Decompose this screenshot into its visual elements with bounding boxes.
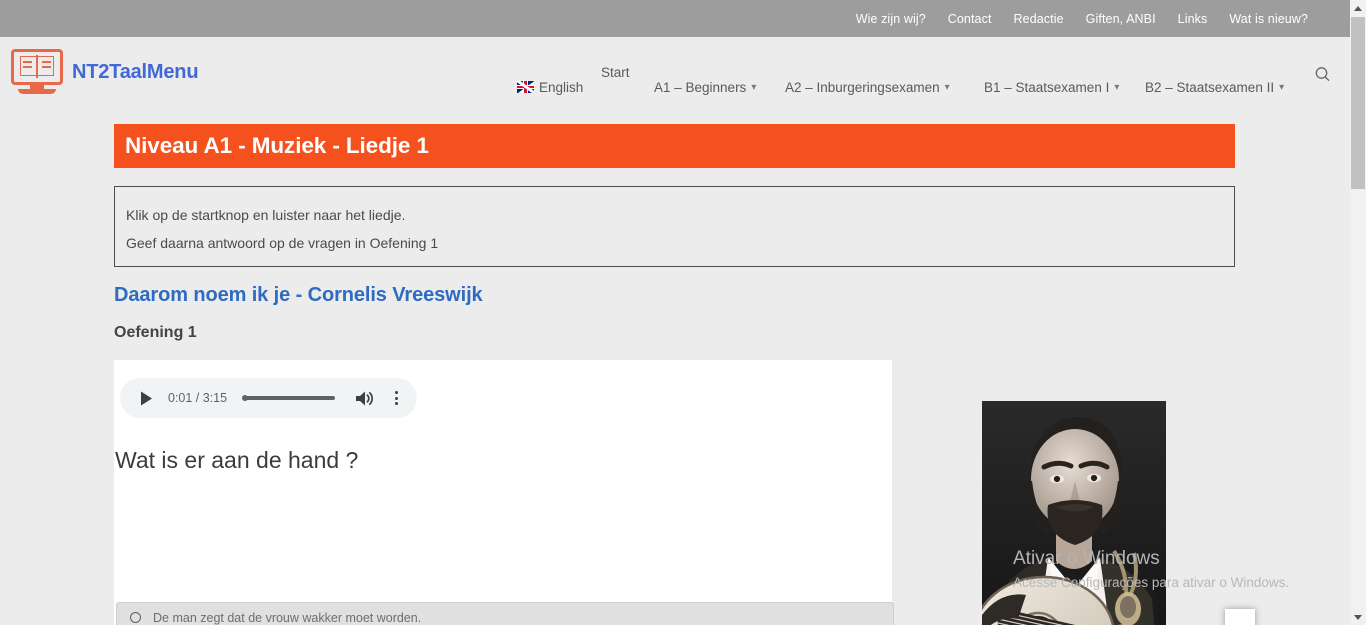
top-utility-nav: Wie zijn wij? Contact Redactie Giften, A… [856, 12, 1350, 26]
audio-player[interactable]: 0:01 / 3:15 [120, 378, 417, 418]
page-title-banner: Niveau A1 - Muziek - Liedje 1 [114, 124, 1235, 168]
topbar-link-contact[interactable]: Contact [948, 12, 992, 26]
search-icon[interactable] [1312, 64, 1334, 86]
page-title: Niveau A1 - Muziek - Liedje 1 [125, 133, 429, 158]
song-title-link[interactable]: Daarom noem ik je - Cornelis Vreeswijk [114, 284, 483, 307]
monitor-book-icon [11, 49, 63, 95]
nav-item-label: B2 – Staatsexamen II [1145, 79, 1275, 95]
nav-item-label: A2 – Inburgeringsexamen [785, 79, 940, 95]
page-scrollbar[interactable] [1350, 0, 1366, 625]
floating-white-box [1225, 609, 1255, 625]
nav-item-a1-beginners[interactable]: A1 – Beginners ▾ [654, 80, 756, 95]
radio-button-icon[interactable] [130, 612, 141, 623]
scroll-up-arrow-icon[interactable] [1350, 0, 1366, 16]
volume-high-icon[interactable] [355, 390, 374, 407]
chevron-down-icon: ▾ [944, 82, 950, 93]
audio-progress-knob[interactable] [242, 395, 249, 401]
quiz-option[interactable]: De man zegt dat de vrouw wakker moet wor… [116, 602, 894, 625]
audio-progress-slider[interactable] [242, 395, 336, 401]
play-icon[interactable] [140, 391, 154, 406]
site-logo[interactable]: NT2TaalMenu [11, 49, 199, 95]
chevron-down-icon: ▾ [1279, 82, 1285, 93]
instruction-line-2: Geef daarna antwoord op de vragen in Oef… [126, 235, 439, 251]
more-vertical-icon[interactable] [395, 390, 399, 406]
chevron-down-icon: ▾ [751, 82, 757, 93]
scrollbar-thumb[interactable] [1351, 17, 1365, 189]
nav-item-label: English [539, 79, 584, 95]
quiz-question: Wat is er aan de hand ? [115, 447, 359, 473]
top-utility-bar: Wie zijn wij? Contact Redactie Giften, A… [0, 0, 1350, 37]
topbar-link-redactie[interactable]: Redactie [1014, 12, 1064, 26]
quiz-options-list: De man zegt dat de vrouw wakker moet wor… [116, 602, 894, 625]
artist-photo [982, 401, 1166, 625]
nav-item-english[interactable]: English [517, 80, 583, 95]
nav-item-b1-staatsexamen-i[interactable]: B1 – Staatsexamen I ▾ [984, 80, 1119, 95]
topbar-link-wat-is-nieuw[interactable]: Wat is nieuw? [1229, 12, 1308, 26]
quiz-option-label: De man zegt dat de vrouw wakker moet wor… [153, 610, 422, 625]
nav-item-a2-inburgeringsexamen[interactable]: A2 – Inburgeringsexamen ▾ [785, 80, 950, 95]
topbar-link-links[interactable]: Links [1178, 12, 1208, 26]
quiz-panel: 0:01 / 3:15 Wat is er aan de hand ? De m… [114, 360, 894, 625]
page-content: Niveau A1 - Muziek - Liedje 1 Klik op de… [0, 115, 1350, 625]
site-header: NT2TaalMenu Start English A1 – Beginners… [0, 37, 1350, 115]
topbar-link-giften-anbi[interactable]: Giften, ANBI [1086, 12, 1156, 26]
logo-text: NT2TaalMenu [72, 60, 199, 83]
nav-item-label: B1 – Staatsexamen I [984, 79, 1110, 95]
audio-time-display: 0:01 / 3:15 [168, 391, 228, 405]
instruction-line-1: Klik op de startknop en luister naar het… [126, 207, 406, 223]
scroll-down-arrow-icon[interactable] [1350, 609, 1366, 625]
nav-start-link[interactable]: Start [601, 65, 630, 80]
uk-flag-icon [517, 81, 534, 93]
nav-item-label: A1 – Beginners [654, 79, 747, 95]
instructions-box: Klik op de startknop en luister naar het… [114, 186, 1235, 267]
chevron-down-icon: ▾ [1114, 82, 1120, 93]
nav-item-b2-staatsexamen-ii[interactable]: B2 – Staatsexamen II ▾ [1145, 80, 1284, 95]
topbar-link-wie-zijn-wij[interactable]: Wie zijn wij? [856, 12, 926, 26]
exercise-heading: Oefening 1 [114, 324, 197, 341]
